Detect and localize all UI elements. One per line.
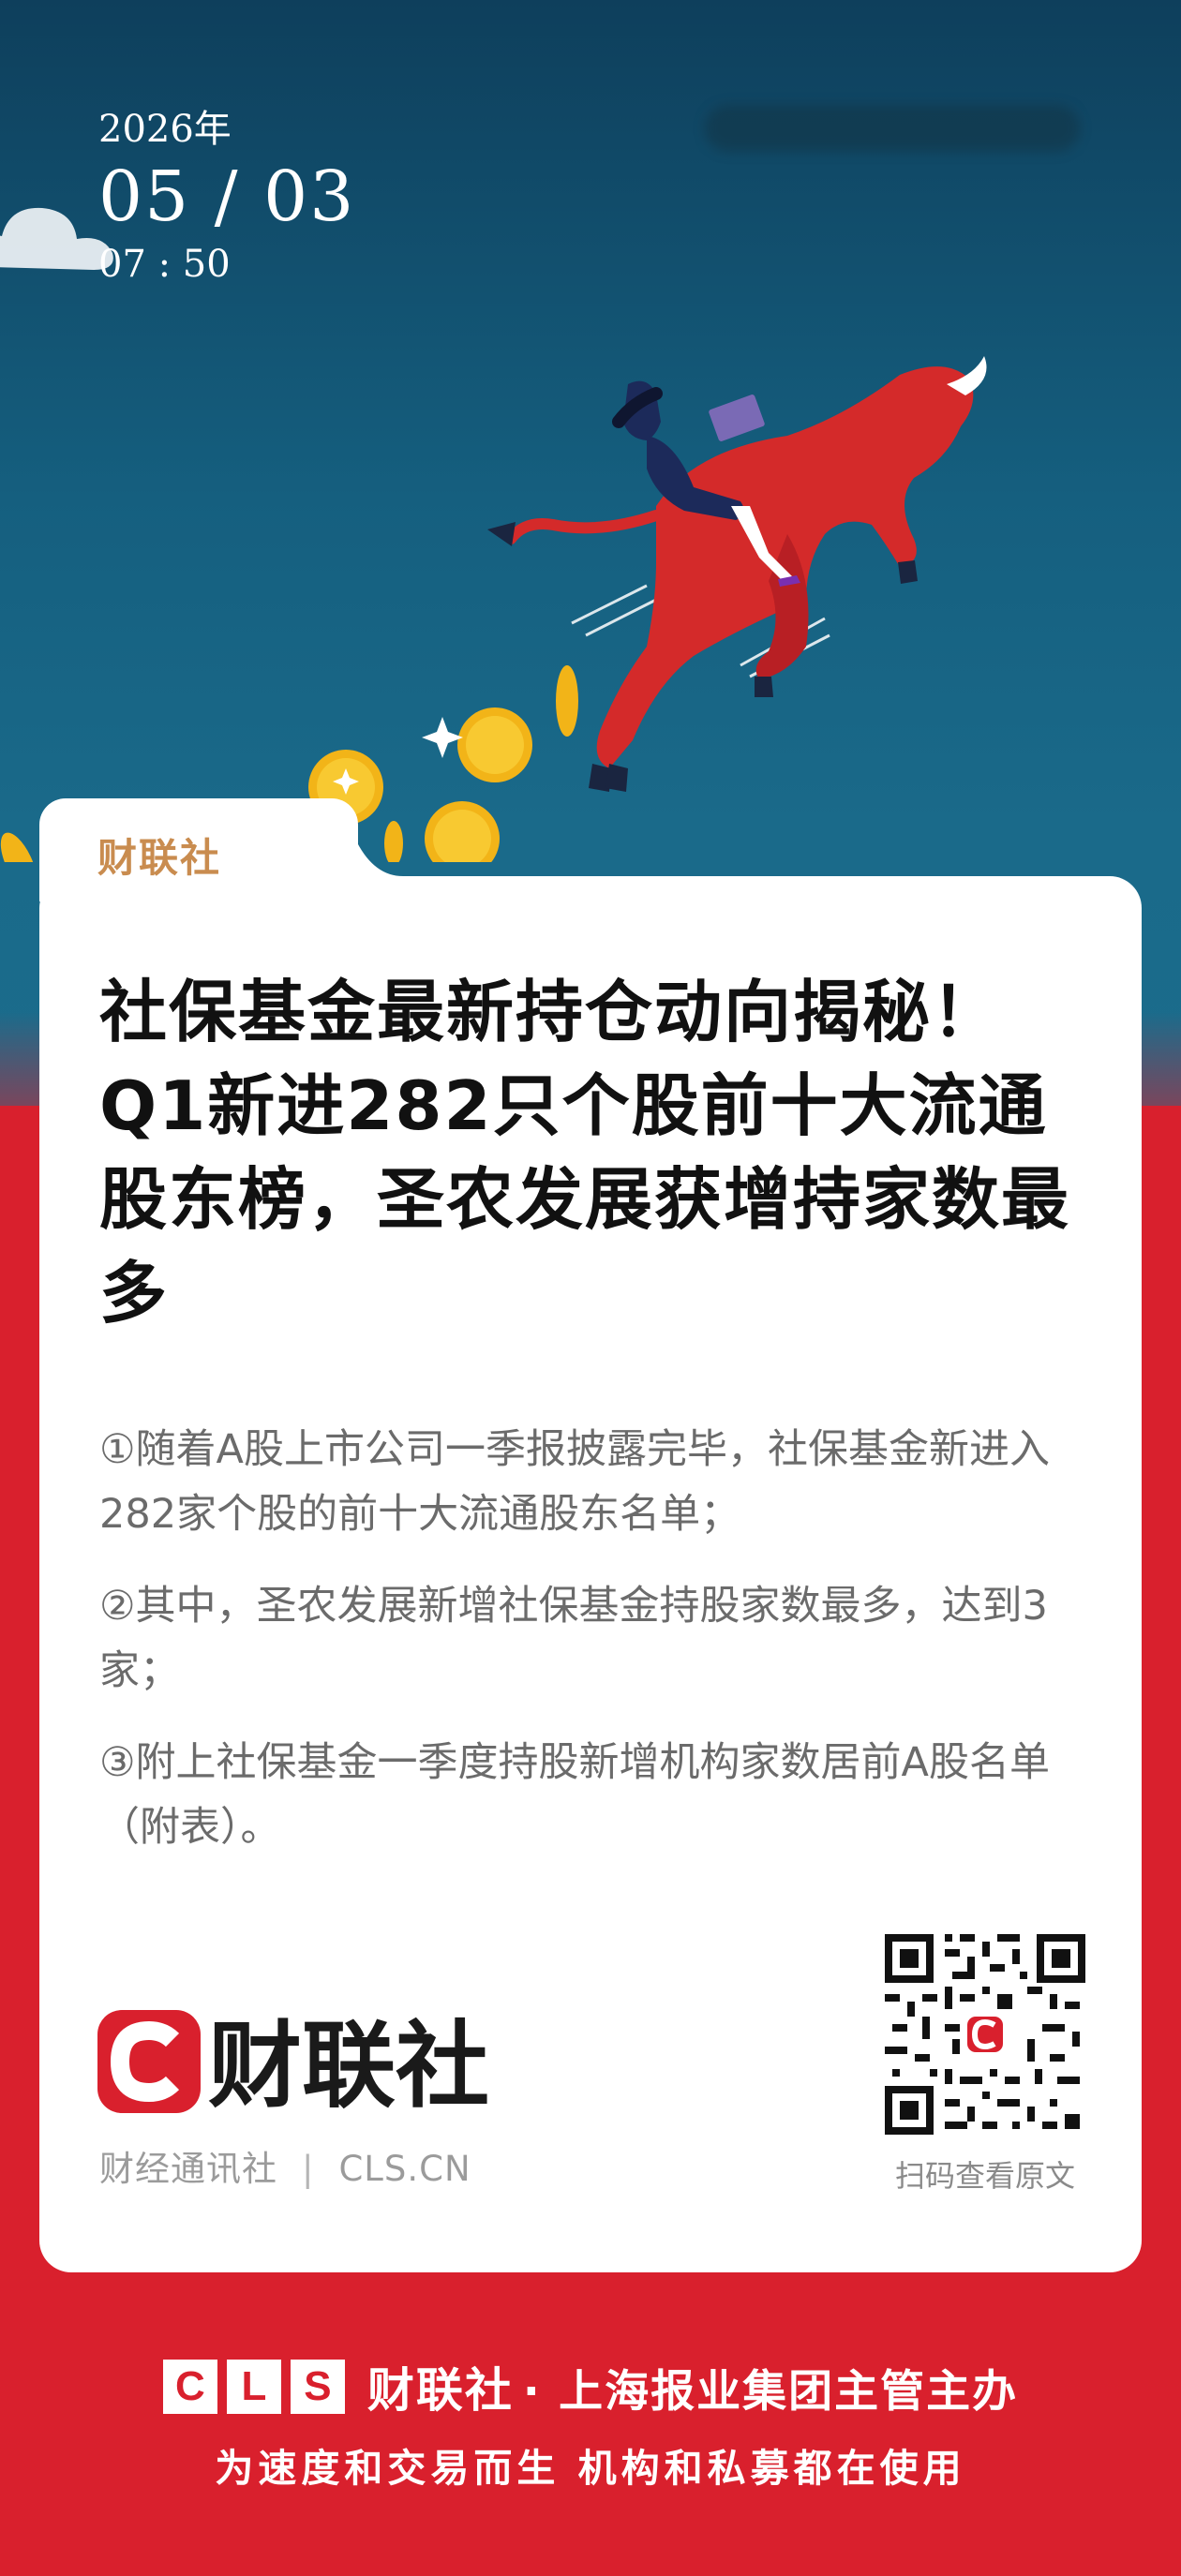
bottom-brand-line: C L S 财联社 · 上海报业集团主管主办 <box>0 2354 1181 2420</box>
footer-site[interactable]: CLS.CN <box>338 2149 471 2189</box>
cls-letter-l: L <box>226 2360 281 2414</box>
cls-letter-s: S <box>290 2360 345 2414</box>
article-headline: 社保基金最新持仓动向揭秘！Q1新进282只个股前十大流通股东榜，圣农发展获增持家… <box>99 973 1071 1333</box>
summary-item: ①随着A股上市公司一季报披露完毕，社保基金新进入282家个股的前十大流通股东名单… <box>99 1426 1050 1538</box>
footer-separator: | <box>302 2149 315 2189</box>
summary-item: ②其中，圣农发展新增社保基金持股家数最多，达到3家； <box>99 1583 1048 1694</box>
footer-agency: 财经通讯社 <box>99 2149 277 2189</box>
card-tab-label: 财联社 <box>97 835 222 881</box>
bottom-publisher: · 上海报业集团主管主办 <box>522 2365 1019 2418</box>
logo-text: 财联社 <box>208 2011 489 2115</box>
date-year: 2026年 <box>98 108 232 151</box>
cls-letter-c: C <box>162 2360 217 2414</box>
cls-logo: 财联社 <box>97 2010 510 2121</box>
blurred-caption <box>705 105 1080 152</box>
date-time: 07 : 50 <box>98 243 231 286</box>
article-summary: ①随着A股上市公司一季报披露完毕，社保基金新进入282家个股的前十大流通股东名单… <box>99 1418 1074 1887</box>
date-block: 2026年 05 / 03 07 : 50 <box>98 105 355 289</box>
date-day: 05 / 03 <box>98 156 356 237</box>
card-tab-corner <box>309 798 403 883</box>
bottom-slogan: 为速度和交易而生 机构和私募都在使用 <box>215 2446 966 2491</box>
qr-caption: 扫码查看原文 <box>894 2158 1075 2194</box>
bottom-brand-name: 财联社 <box>366 2363 514 2418</box>
summary-item: ③附上社保基金一季度持股新增机构家数居前A股名单（附表）。 <box>99 1739 1050 1851</box>
footer-meta: 财经通讯社 | CLS.CN <box>99 2140 471 2191</box>
bull-illustration <box>0 356 987 862</box>
qr-code[interactable] <box>885 1934 1085 2135</box>
